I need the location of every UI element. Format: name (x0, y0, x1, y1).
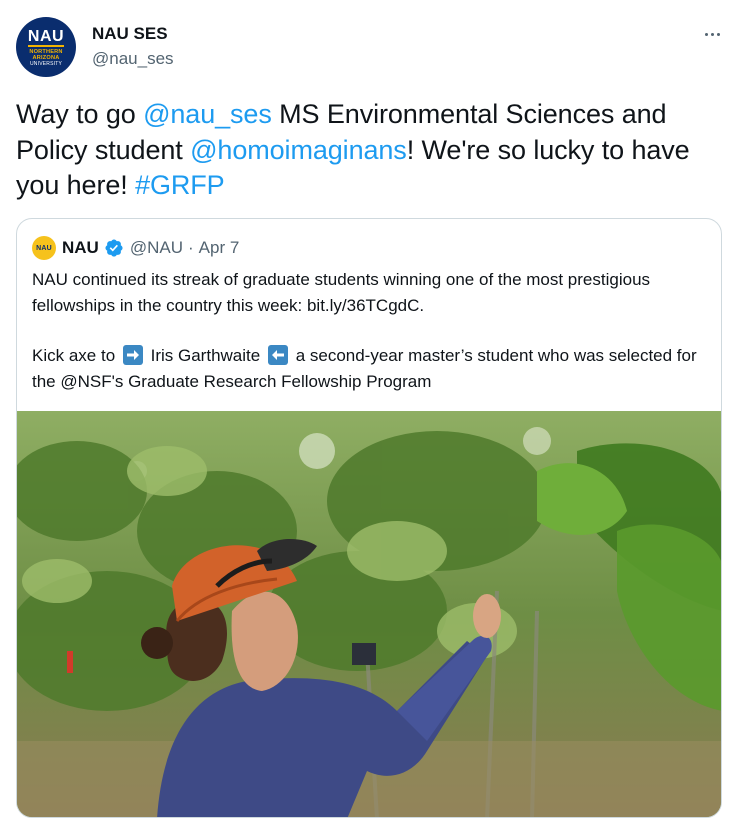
hashtag-link[interactable]: #GRFP (135, 170, 225, 200)
quoted-tweet-text: NAU continued its streak of graduate stu… (32, 267, 712, 394)
tweet-text-segment: Way to go (16, 99, 144, 129)
tweet-text: Way to go @nau_ses MS Environmental Scie… (16, 97, 716, 204)
quoted-author-handle[interactable]: @NAU (130, 238, 183, 258)
mention-link[interactable]: @nau_ses (143, 99, 272, 129)
separator-dot: · (188, 238, 194, 257)
mention-link[interactable]: @homoimaginans (190, 135, 407, 165)
quoted-tweet-date[interactable]: Apr 7 (199, 238, 240, 258)
author-name[interactable]: NAU SES (92, 24, 168, 44)
quoted-tweet-photo[interactable] (17, 411, 721, 817)
quoted-author-avatar[interactable]: NAU (32, 236, 56, 260)
quoted-tweet-header: NAU NAU @NAU · Apr 7 (32, 236, 240, 260)
quoted-tweet[interactable]: NAU NAU @NAU · Apr 7 NAU continued its s… (16, 218, 722, 818)
left-arrow-emoji-icon (267, 345, 288, 365)
author-avatar[interactable]: NAU NORTHERN ARIZONA UNIVERSITY (16, 17, 76, 77)
verified-badge-icon (104, 238, 124, 258)
right-arrow-emoji-icon (122, 345, 143, 365)
more-options-icon[interactable] (697, 22, 727, 46)
nau-logo-subtext: NORTHERN ARIZONA UNIVERSITY (29, 48, 63, 67)
tweet: NAU NORTHERN ARIZONA UNIVERSITY NAU SES … (0, 0, 741, 818)
quoted-paragraph-1: NAU continued its streak of graduate stu… (32, 270, 651, 315)
author-handle[interactable]: @nau_ses (92, 49, 174, 69)
nau-logo-text: NAU (27, 27, 65, 47)
quoted-paragraph-2: Kick axe to Iris Garthwaite a second-yea… (32, 345, 697, 391)
quoted-author-name[interactable]: NAU (62, 238, 99, 258)
